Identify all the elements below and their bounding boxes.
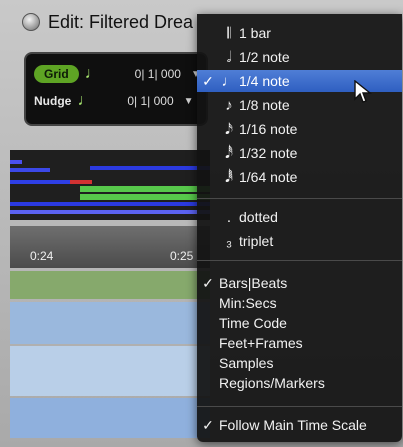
menu-item-sixteenth-note[interactable]: 𝅘𝅥𝅯 1/16 note <box>197 118 402 140</box>
half-note-icon: 𝅗𝅥 <box>226 48 232 66</box>
mouse-pointer-icon <box>354 80 372 103</box>
menu-item-min-secs[interactable]: Min:Secs <box>197 292 402 314</box>
menu-item-bars-beats[interactable]: ✓ Bars|Beats <box>197 272 402 294</box>
dot-icon: . <box>226 208 232 226</box>
grid-row: Grid ♩ 0| 1| 000 ▼ <box>34 65 201 83</box>
track-lane[interactable] <box>10 346 210 396</box>
thirty-second-note-icon: 𝅘𝅥𝅰 <box>225 144 233 162</box>
menu-item-samples[interactable]: Samples <box>197 352 402 374</box>
quarter-note-icon: ♩ <box>84 65 101 82</box>
sixteenth-note-icon: 𝅘𝅥𝅯 <box>225 120 233 138</box>
quarter-note-icon: ♩ <box>221 72 237 90</box>
sixty-fourth-note-icon: 𝅘𝅥𝅱 <box>225 168 233 186</box>
nudge-button[interactable]: Nudge <box>34 92 71 110</box>
quarter-note-icon: ♩ <box>77 92 94 109</box>
menu-item-thirty-second-note[interactable]: 𝅘𝅥𝅰 1/32 note <box>197 142 402 164</box>
checkmark-icon: ✓ <box>202 416 214 433</box>
eighth-note-icon: ♪ <box>225 96 233 114</box>
triplet-icon: ₃ <box>225 232 233 250</box>
ruler-tick: 0:25 <box>170 249 194 263</box>
menu-separator <box>197 406 402 407</box>
checkmark-icon: ✓ <box>202 72 214 89</box>
timeline-ruler[interactable]: 0:24 0:25 <box>10 226 210 268</box>
bar-icon: 𝄃 <box>227 24 231 42</box>
ruler-tick: 0:24 <box>30 249 54 263</box>
track-lane[interactable] <box>10 398 210 438</box>
menu-item-follow-main-time-scale[interactable]: ✓ Follow Main Time Scale <box>197 414 402 436</box>
menu-item-feet-frames[interactable]: Feet+Frames <box>197 332 402 354</box>
chevron-down-icon[interactable]: ▼ <box>184 96 194 107</box>
nudge-row: Nudge ♩ 0| 1| 000 ▼ <box>34 92 194 110</box>
menu-separator <box>197 198 402 199</box>
window-title: Edit: Filtered Drea <box>48 11 194 32</box>
menu-item-time-code[interactable]: Time Code <box>197 312 402 334</box>
menu-item-1-bar[interactable]: 𝄃 1 bar <box>197 22 402 44</box>
grid-value[interactable]: 0| 1| 000 <box>135 67 181 81</box>
menu-item-half-note[interactable]: 𝅗𝅥 1/2 note <box>197 46 402 68</box>
track-lane[interactable] <box>10 271 210 299</box>
track-lane[interactable] <box>10 302 210 344</box>
track-overview <box>10 150 210 220</box>
checkmark-icon: ✓ <box>202 274 214 291</box>
menu-item-dotted[interactable]: . dotted <box>197 206 402 228</box>
nudge-value[interactable]: 0| 1| 000 <box>127 94 173 108</box>
menu-separator <box>197 260 402 261</box>
grid-nudge-panel: Grid ♩ 0| 1| 000 ▼ Nudge ♩ 0| 1| 000 ▼ <box>24 52 208 126</box>
menu-item-triplet[interactable]: ₃ triplet <box>197 230 402 252</box>
grid-value-menu: 𝄃 1 bar 𝅗𝅥 1/2 note ✓ ♩ 1/4 note ♪ 1/8 n… <box>197 14 402 442</box>
menu-item-regions-markers[interactable]: Regions/Markers <box>197 372 402 394</box>
menu-item-sixty-fourth-note[interactable]: 𝅘𝅥𝅱 1/64 note <box>197 166 402 188</box>
grid-button[interactable]: Grid <box>34 65 79 83</box>
close-button[interactable] <box>22 13 40 31</box>
